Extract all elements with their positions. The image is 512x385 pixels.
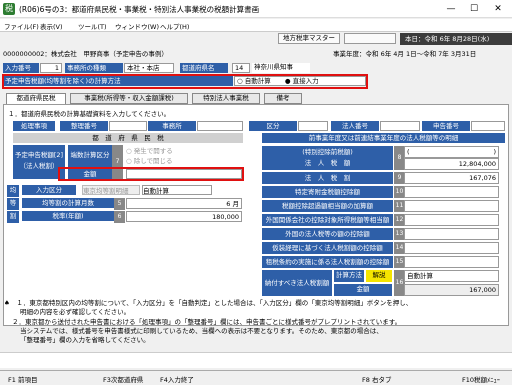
row16-label: 納付すべき法人税割額 xyxy=(262,270,332,296)
prefectural-tax-heading: 都 道 府 県 民 税 xyxy=(13,133,243,143)
input-number-label: 入力番号 xyxy=(3,63,39,73)
today-date: 本日：令和 6年 8月28日(水) xyxy=(400,33,512,45)
menu-tools[interactable]: ツール(T) xyxy=(78,21,107,31)
shori-label: 処理事項 xyxy=(13,121,55,131)
main-panel: １．都道府県民税の計算基礎資料を入力してください。 処理事項 整理番号 事務所 … xyxy=(3,104,509,326)
calc-method-label: 計算方法 xyxy=(334,270,364,282)
kin-char: 均 xyxy=(7,185,19,197)
rounding-option-a[interactable]: ○ 発生で開する xyxy=(126,146,173,156)
menu-window[interactable]: ウィンドウ(W) xyxy=(115,21,159,31)
f1-key[interactable]: F1 前項目 xyxy=(8,374,37,384)
minimize-button[interactable]: — xyxy=(440,2,462,16)
row9-value[interactable]: 167,076 xyxy=(404,172,499,184)
jimusho-input[interactable] xyxy=(197,121,243,131)
section-title: １．都道府県民税の計算基礎資料を入力してください。 xyxy=(8,110,171,118)
wari-char: 割 xyxy=(7,211,19,223)
highlight-box-method xyxy=(2,74,368,89)
shinkoku-number-label: 申告番号 xyxy=(422,121,470,131)
office-type-field[interactable]: 本社・本店 xyxy=(124,63,174,73)
tab-business-tax[interactable]: 事業税(所得等・収入金額課税) xyxy=(70,93,188,104)
row10-value[interactable] xyxy=(404,186,499,198)
seiri-input[interactable] xyxy=(109,121,147,131)
f8-key[interactable]: F8 右タブ xyxy=(362,374,391,384)
row14-value[interactable] xyxy=(404,242,499,254)
status-area xyxy=(0,352,512,368)
row14-label: 仮装経理に基づく法人税割額の控除額 xyxy=(262,242,393,254)
shinkoku-number-input[interactable] xyxy=(471,121,505,131)
row15-value[interactable] xyxy=(404,256,499,268)
row15-label: 租税条約の実施に係る法人税割額の控除額 xyxy=(262,256,393,268)
right-section-heading: 前事業年度又は前連結事業年度の法人税額等の明細 xyxy=(262,133,505,143)
close-button[interactable]: ✕ xyxy=(487,2,509,16)
app-icon: 税 xyxy=(3,3,15,15)
ku-label: 区分 xyxy=(249,121,297,131)
prefecture-label: 都道府県名 xyxy=(180,63,228,73)
company-name: 0000000002：株式会社 甲野商事（予定申告の事例） xyxy=(3,50,168,58)
jimusho-label: 事務所 xyxy=(148,121,196,131)
function-key-bar: F1 前項目 F3次都道府県 F4入力終了 F8 右タブ F10税額ﾒﾆｭｰ xyxy=(0,370,512,385)
rate-input[interactable]: 180,000 xyxy=(126,211,242,222)
input-number-field[interactable]: 1 xyxy=(40,63,62,73)
fiscal-period: 事業年度：令和 6年 4月 1日～令和 7年 3月31日 xyxy=(333,50,477,58)
calc-method-select[interactable]: 自動計算 xyxy=(404,270,499,282)
row13-value[interactable] xyxy=(404,228,499,240)
menu-help[interactable]: ヘルプ(H) xyxy=(160,21,189,31)
tokyo-detail-button[interactable]: 東京均等割明細 xyxy=(82,185,140,195)
row9-label: 法 人 税 割 xyxy=(262,172,393,184)
menu-file[interactable]: ファイル(F) xyxy=(4,21,39,31)
rate-label: 税率(年額) xyxy=(22,211,114,221)
row8-special[interactable]: () xyxy=(404,146,499,158)
menu-bar: ファイル(F) 表示(V) ツール(T) ウィンドウ(W) ヘルプ(H) xyxy=(0,19,512,32)
toolbar-button-2[interactable] xyxy=(344,33,396,44)
f3-key[interactable]: F3次都道府県 xyxy=(103,374,143,384)
hojin-number-label: 法人番号 xyxy=(331,121,379,131)
title-bar: 税 (R06)6号の3：都道府県民税・事業税・特別法人事業税の税額計算書画 — … xyxy=(0,0,512,18)
row-num-6: 6 xyxy=(114,211,125,223)
row11-value[interactable] xyxy=(404,200,499,212)
row8-value[interactable]: 12,804,000 xyxy=(404,158,499,170)
f4-key[interactable]: F4入力終了 xyxy=(160,374,194,384)
company-header: 0000000002：株式会社 甲野商事（予定申告の事例） 事業年度：令和 6年… xyxy=(3,48,509,58)
row12-label: 外国関係会社の控除対象所得税額等相当額 xyxy=(262,214,393,226)
maximize-button[interactable]: ☐ xyxy=(463,2,485,16)
seiri-label: 整理番号 xyxy=(60,121,108,131)
menu-view[interactable]: 表示(V) xyxy=(40,21,63,31)
tab-remarks[interactable]: 備考 xyxy=(264,93,302,104)
note-1b: 明細の内容を必ず確認してください。 xyxy=(20,308,131,316)
row11-label: 税額控除超過額相当額の加算額 xyxy=(262,200,393,212)
highlight-box-amount xyxy=(58,167,244,181)
explain-button[interactable]: 解説 xyxy=(366,270,392,282)
tab-special-corporate-tax[interactable]: 特別法人事業税 xyxy=(192,93,260,104)
input-division-select[interactable]: 自動計算 xyxy=(142,185,212,195)
row12-value[interactable] xyxy=(404,214,499,226)
row16-value: 167,000 xyxy=(404,284,499,296)
row13-label: 外国の法人税等の額の控除額 xyxy=(262,228,393,240)
ku-input[interactable] xyxy=(298,121,328,131)
row-num-5: 5 xyxy=(114,198,125,210)
note-2c: 「整理番号」欄の入力を省略してください。 xyxy=(20,336,150,344)
row8-label: (特別控除前税額) 法 人 税 額 xyxy=(262,146,393,170)
rounding-option-b[interactable]: ○ 除しで開じる xyxy=(126,156,173,166)
to-char: 等 xyxy=(7,198,19,210)
amount-label: 金額 xyxy=(334,284,392,296)
prefecture-name: 神奈川県知事 xyxy=(252,63,310,73)
window-title: (R06)6号の3：都道府県民税・事業税・特別法人事業税の税額計算書画 xyxy=(19,5,260,14)
prefecture-code-field[interactable]: 14 xyxy=(232,63,250,73)
office-type-label: 事務所の種類 xyxy=(65,63,123,73)
tax-rate-master-button[interactable]: 地方税率マスター xyxy=(278,33,340,44)
nyuryoku-label: 入力区分 xyxy=(22,185,76,195)
hojin-number-input[interactable] xyxy=(380,121,420,131)
months-input[interactable]: 6 月 xyxy=(126,198,242,209)
row10-label: 特定寄附金税額控除額 xyxy=(262,186,393,198)
months-label: 均等割の計算月数 xyxy=(22,198,114,208)
f10-key[interactable]: F10税額ﾒﾆｭｰ xyxy=(462,374,500,384)
